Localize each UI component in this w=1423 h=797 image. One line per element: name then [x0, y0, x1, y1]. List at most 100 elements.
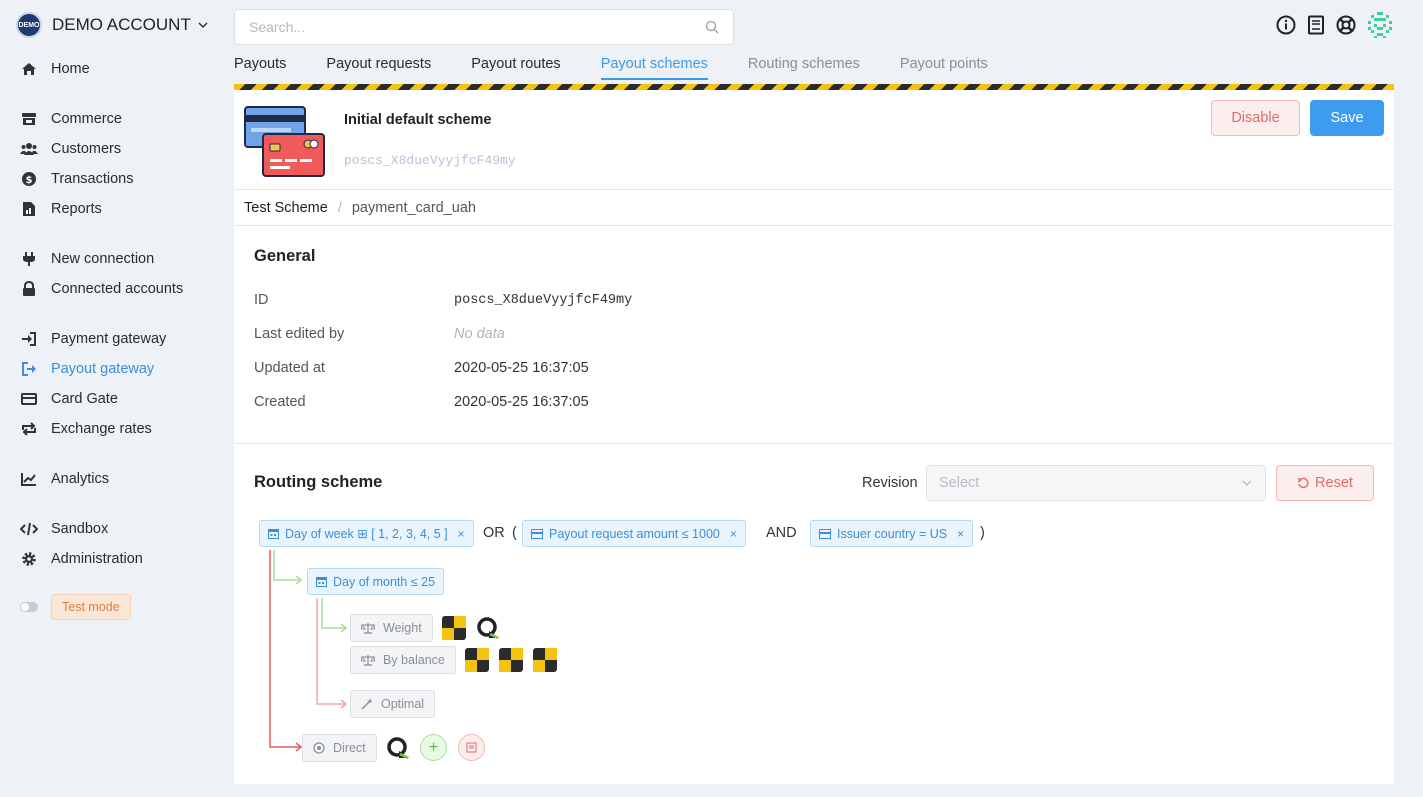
condition-chip-day-of-week[interactable]: Day of week ⊞ [ 1, 2, 3, 4, 5 ] × [259, 520, 474, 547]
sidebar-item-transactions[interactable]: $ Transactions [20, 168, 133, 190]
condition-chip-amount[interactable]: Payout request amount ≤ 1000 × [522, 520, 746, 547]
optimal-node[interactable]: Optimal [350, 690, 436, 718]
search-icon[interactable] [705, 20, 719, 34]
chart-line-icon [20, 470, 38, 488]
scheme-title: Initial default scheme [344, 112, 492, 128]
q-provider-icon[interactable] [476, 616, 500, 640]
sidebar-item-label: Transactions [51, 171, 134, 187]
checkered-provider-icon[interactable] [442, 616, 466, 640]
save-button[interactable]: Save [1310, 100, 1384, 136]
avatar[interactable] [1365, 10, 1395, 40]
tab-payout-requests[interactable]: Payout requests [326, 56, 431, 80]
sidebar-item-customers[interactable]: Customers [20, 138, 121, 160]
remove-node-button[interactable] [458, 734, 485, 761]
checkered-provider-icon[interactable] [533, 648, 557, 672]
sidebar-item-label: Connected accounts [51, 281, 184, 297]
node-label: Optimal [381, 697, 425, 711]
store-icon [20, 110, 38, 128]
breadcrumb: Test Scheme / payment_card_uah [244, 200, 476, 216]
tab-payouts[interactable]: Payouts [234, 56, 286, 80]
condition-text: Day of week ⊞ [ 1, 2, 3, 4, 5 ] [285, 527, 448, 541]
balance-scale-icon [361, 654, 375, 666]
test-mode-badge: Test mode [51, 594, 131, 620]
by-balance-node[interactable]: By balance [350, 646, 456, 674]
sign-out-icon [20, 360, 38, 378]
breadcrumb-second: payment_card_uah [351, 200, 477, 216]
operator-and: AND [766, 525, 797, 541]
plus-icon: + [428, 738, 439, 756]
q-provider-icon[interactable] [386, 736, 410, 760]
credit-cards-illustration [244, 106, 325, 177]
weight-node[interactable]: Weight [350, 614, 433, 642]
tab-payout-schemes[interactable]: Payout schemes [600, 56, 708, 80]
account-name: DEMO ACCOUNT [52, 15, 191, 34]
revision-label: Revision [862, 475, 918, 491]
tab-bar: Payouts Payout requests Payout routes Pa… [234, 56, 1028, 80]
lock-icon [20, 280, 38, 298]
breadcrumb-separator: / [337, 200, 342, 216]
sidebar-item-label: Payout gateway [51, 361, 155, 377]
sidebar-item-reports[interactable]: Reports [20, 198, 102, 220]
created-value: 2020-05-25 16:37:05 [454, 394, 589, 410]
calendar-icon [316, 576, 327, 587]
sidebar-item-new-connection[interactable]: New connection [20, 248, 154, 270]
revision-select[interactable]: Select [926, 465, 1266, 501]
book-icon[interactable] [1305, 14, 1327, 36]
breadcrumb-first[interactable]: Test Scheme [244, 200, 328, 216]
sign-in-icon [20, 330, 38, 348]
disable-button[interactable]: Disable [1211, 100, 1300, 136]
sidebar-item-label: Analytics [51, 471, 110, 487]
search-input[interactable] [249, 19, 705, 35]
checkered-provider-icon[interactable] [499, 648, 523, 672]
sidebar-item-payment-gateway[interactable]: Payment gateway [20, 328, 166, 350]
info-icon[interactable] [1275, 14, 1297, 36]
checkered-provider-icon[interactable] [465, 648, 489, 672]
sidebar-item-card-gate[interactable]: Card Gate [20, 388, 118, 410]
test-mode-toggle[interactable]: Test mode [20, 594, 131, 620]
operator-or: OR [483, 525, 505, 541]
dollar-icon: $ [20, 170, 38, 188]
sidebar-item-label: Exchange rates [51, 421, 152, 437]
account-switcher[interactable]: DEMO DEMO ACCOUNT [16, 12, 209, 38]
tab-routing-schemes[interactable]: Routing schemes [748, 56, 860, 80]
remove-condition-icon[interactable]: × [957, 527, 964, 541]
tab-payout-routes[interactable]: Payout routes [471, 56, 560, 80]
sidebar-item-commerce[interactable]: Commerce [20, 108, 122, 130]
sidebar-item-home[interactable]: Home [20, 58, 90, 80]
sidebar-item-label: Sandbox [51, 521, 109, 537]
sidebar-item-label: Commerce [51, 111, 122, 127]
reset-label: Reset [1315, 475, 1353, 491]
balance-scale-icon [361, 622, 375, 634]
condition-chip-day-of-month[interactable]: Day of month ≤ 25 [307, 568, 445, 595]
calendar-icon [268, 528, 279, 539]
node-label: Weight [383, 621, 422, 635]
condition-chip-issuer-country[interactable]: Issuer country = US × [810, 520, 974, 547]
account-logo: DEMO [16, 12, 42, 38]
add-provider-button[interactable]: + [420, 734, 447, 761]
sidebar-item-payout-gateway[interactable]: Payout gateway [20, 358, 154, 380]
sidebar-item-label: New connection [51, 251, 155, 267]
remove-condition-icon[interactable]: × [458, 527, 465, 541]
routing-tree-lines [269, 550, 348, 752]
sidebar-item-sandbox[interactable]: Sandbox [20, 518, 108, 540]
condition-text: Issuer country = US [837, 526, 948, 541]
sidebar-item-administration[interactable]: Administration [20, 548, 143, 570]
reset-button[interactable]: Reset [1276, 465, 1374, 501]
sidebar-item-analytics[interactable]: Analytics [20, 468, 109, 490]
sidebar-item-exchange-rates[interactable]: Exchange rates [20, 418, 152, 440]
section-divider [234, 443, 1394, 444]
remove-condition-icon[interactable]: × [730, 527, 737, 541]
tab-payout-points[interactable]: Payout points [900, 56, 988, 80]
direct-node[interactable]: Direct [302, 734, 377, 762]
paren-open: ( [512, 525, 517, 541]
id-label: ID [254, 292, 269, 308]
general-title: General [254, 247, 316, 265]
toggle-switch[interactable] [20, 602, 38, 612]
svg-text:$: $ [26, 175, 33, 186]
lifebuoy-icon[interactable] [1335, 14, 1357, 36]
chevron-down-icon [198, 22, 208, 29]
sidebar-item-label: Reports [51, 201, 102, 217]
sidebar-item-connected-accounts[interactable]: Connected accounts [20, 278, 183, 300]
last-edited-value: No data [454, 326, 505, 342]
code-icon [20, 520, 38, 538]
